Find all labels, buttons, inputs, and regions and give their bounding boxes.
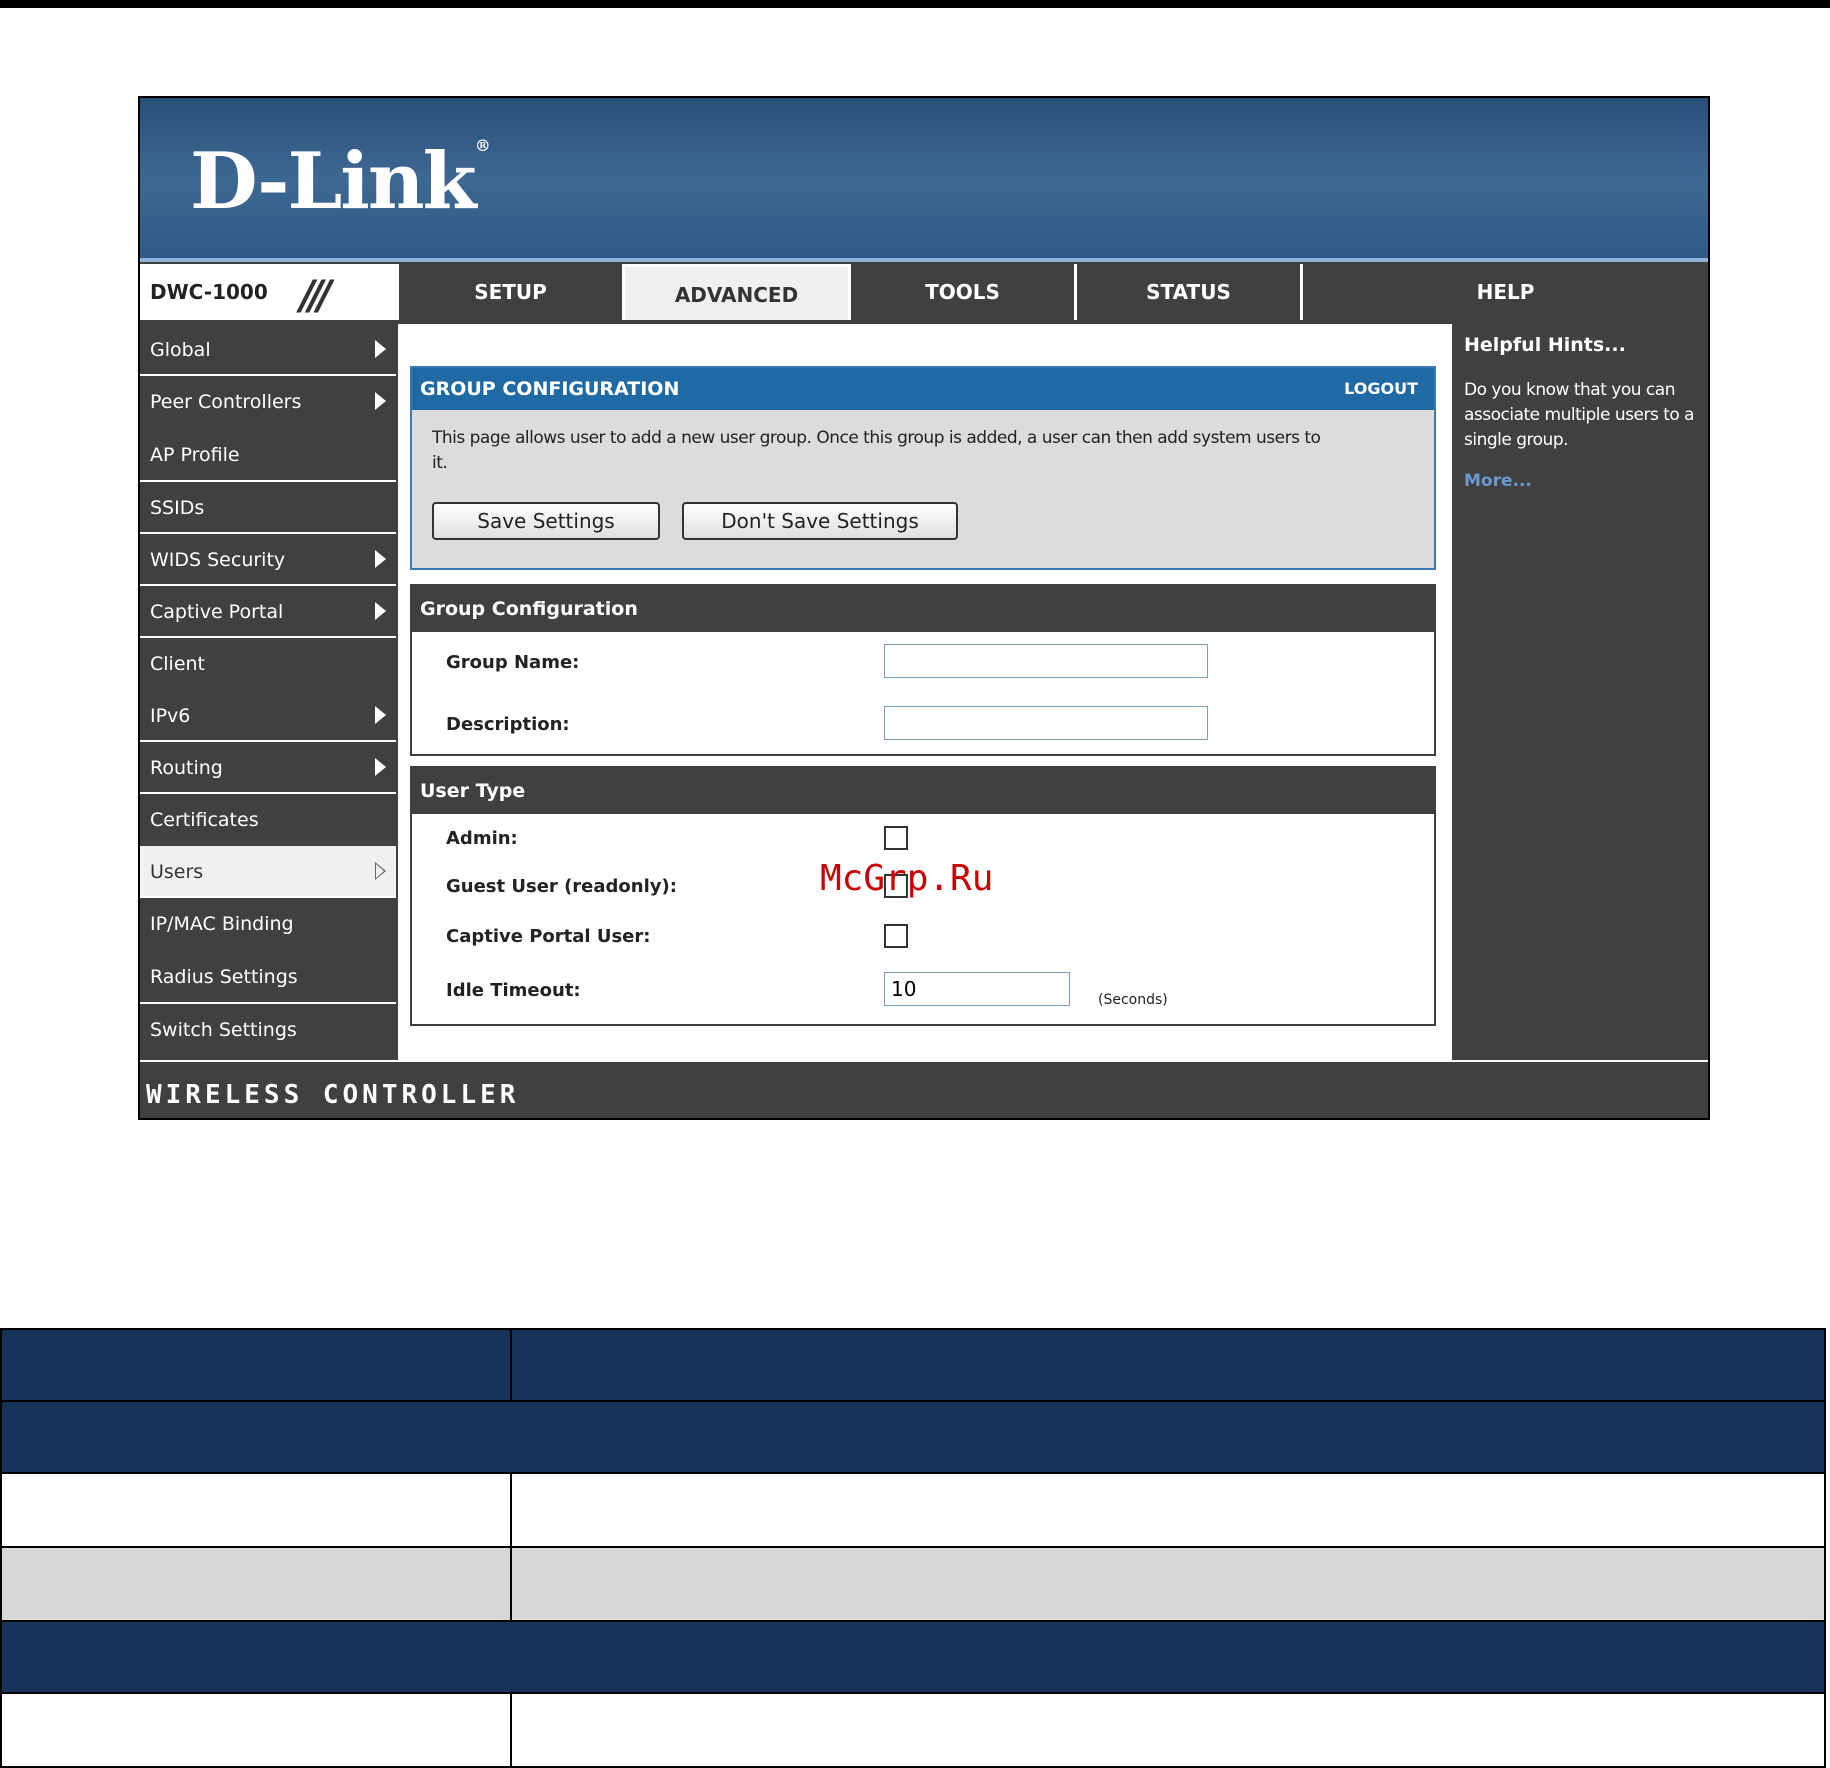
chevron-right-icon: [375, 706, 386, 724]
hints-title: Helpful Hints...: [1464, 334, 1626, 356]
table-row: [0, 1546, 1826, 1622]
hints-text: Do you know that you can associate multi…: [1464, 380, 1695, 450]
watermark: McGrp.Ru: [820, 858, 994, 899]
page-description: This page allows user to add a new user …: [432, 428, 1321, 473]
save-settings-button[interactable]: Save Settings: [432, 502, 660, 540]
dont-save-settings-button[interactable]: Don't Save Settings: [682, 502, 958, 540]
admin-checkbox[interactable]: [884, 826, 908, 850]
sidebar-item-users[interactable]: Users: [140, 846, 396, 898]
sidebar-item-client[interactable]: Client: [140, 638, 396, 690]
table-section-row: [0, 1620, 1826, 1694]
sidebar-item-peer-controllers[interactable]: Peer Controllers: [140, 376, 396, 428]
sidebar-item-certificates[interactable]: Certificates: [140, 794, 396, 846]
table-row: [0, 1472, 1826, 1548]
table-section-row: [0, 1400, 1826, 1474]
chevron-right-icon: [375, 758, 386, 776]
section-title: Group Configuration: [412, 586, 1434, 632]
section-title: User Type: [412, 768, 1434, 814]
idle-timeout-label: Idle Timeout:: [446, 980, 581, 1001]
table-cell: [510, 1472, 1826, 1548]
sidebar: Global Peer Controllers AP Profile SSIDs…: [140, 324, 396, 1060]
sidebar-item-radius-settings[interactable]: Radius Settings: [140, 950, 396, 1004]
logout-link[interactable]: LOGOUT: [1344, 368, 1418, 410]
admin-label: Admin:: [446, 828, 518, 849]
sidebar-item-ip-mac-binding[interactable]: IP/MAC Binding: [140, 898, 396, 950]
group-configuration-panel: GROUP CONFIGURATION LOGOUT This page all…: [410, 366, 1436, 570]
sidebar-item-captive-portal[interactable]: Captive Portal: [140, 586, 396, 638]
chevron-right-icon: [375, 602, 386, 620]
table-cell: [510, 1328, 1826, 1402]
page-title: GROUP CONFIGURATION: [420, 378, 680, 400]
sidebar-item-wids-security[interactable]: WIDS Security: [140, 534, 396, 586]
tab-help[interactable]: HELP: [1300, 264, 1708, 320]
table-cell: [510, 1692, 1826, 1768]
document-table: [0, 1328, 1826, 1768]
dlink-logo: D-Link®: [190, 136, 491, 227]
helpful-hints-panel: Helpful Hints... Do you know that you ca…: [1454, 324, 1708, 1060]
chevron-right-icon: [375, 550, 386, 568]
main-content: GROUP CONFIGURATION LOGOUT This page all…: [398, 324, 1452, 1060]
group-config-section: Group Configuration Group Name: Descript…: [410, 584, 1436, 756]
tab-setup[interactable]: SETUP: [396, 264, 622, 320]
description-label: Description:: [446, 714, 570, 735]
app-window: D-Link® DWC-1000 /// SETUP ADVANCED TOOL…: [138, 96, 1710, 1120]
idle-timeout-input[interactable]: [884, 972, 1070, 1006]
table-cell: [0, 1472, 512, 1548]
table-cell: [0, 1546, 512, 1622]
brand-banner: D-Link®: [140, 98, 1708, 262]
footer-bar: WIRELESS CONTROLLER: [140, 1060, 1708, 1118]
sidebar-item-routing[interactable]: Routing: [140, 742, 396, 794]
top-nav: DWC-1000 /// SETUP ADVANCED TOOLS STATUS…: [140, 264, 1708, 322]
table-cell: [510, 1546, 1826, 1622]
sidebar-item-ipv6[interactable]: IPv6: [140, 690, 396, 742]
tab-advanced[interactable]: ADVANCED: [622, 264, 848, 320]
model-label: DWC-1000 ///: [140, 264, 396, 320]
group-name-input[interactable]: [884, 644, 1208, 678]
sidebar-item-switch-settings[interactable]: Switch Settings: [140, 1004, 396, 1056]
page-top-rule: [0, 0, 1830, 8]
chevron-right-icon: [375, 340, 386, 358]
group-name-label: Group Name:: [446, 652, 580, 673]
sidebar-item-ssids[interactable]: SSIDs: [140, 482, 396, 534]
panel-header: GROUP CONFIGURATION LOGOUT: [412, 368, 1434, 410]
description-input[interactable]: [884, 706, 1208, 740]
table-cell: [0, 1328, 512, 1402]
slashes-decoration: ///: [300, 273, 332, 319]
guest-user-label: Guest User (readonly):: [446, 876, 677, 897]
banner-stripe: [140, 258, 1708, 262]
hints-more-link[interactable]: More...: [1464, 471, 1698, 491]
table-cell: [0, 1692, 512, 1768]
tab-status[interactable]: STATUS: [1074, 264, 1300, 320]
table-row: [0, 1692, 1826, 1768]
captive-portal-user-checkbox[interactable]: [884, 924, 908, 948]
table-cell: [0, 1400, 1826, 1474]
table-header-row: [0, 1328, 1826, 1402]
tab-tools[interactable]: TOOLS: [848, 264, 1074, 320]
sidebar-item-global[interactable]: Global: [140, 324, 396, 376]
captive-portal-user-label: Captive Portal User:: [446, 926, 651, 947]
idle-timeout-unit: (Seconds): [1098, 992, 1168, 1008]
footer-product-name: WIRELESS CONTROLLER: [146, 1080, 520, 1110]
chevron-right-icon: [375, 862, 386, 880]
chevron-right-icon: [375, 392, 386, 410]
sidebar-item-ap-profile[interactable]: AP Profile: [140, 428, 396, 482]
table-cell: [0, 1620, 1826, 1694]
